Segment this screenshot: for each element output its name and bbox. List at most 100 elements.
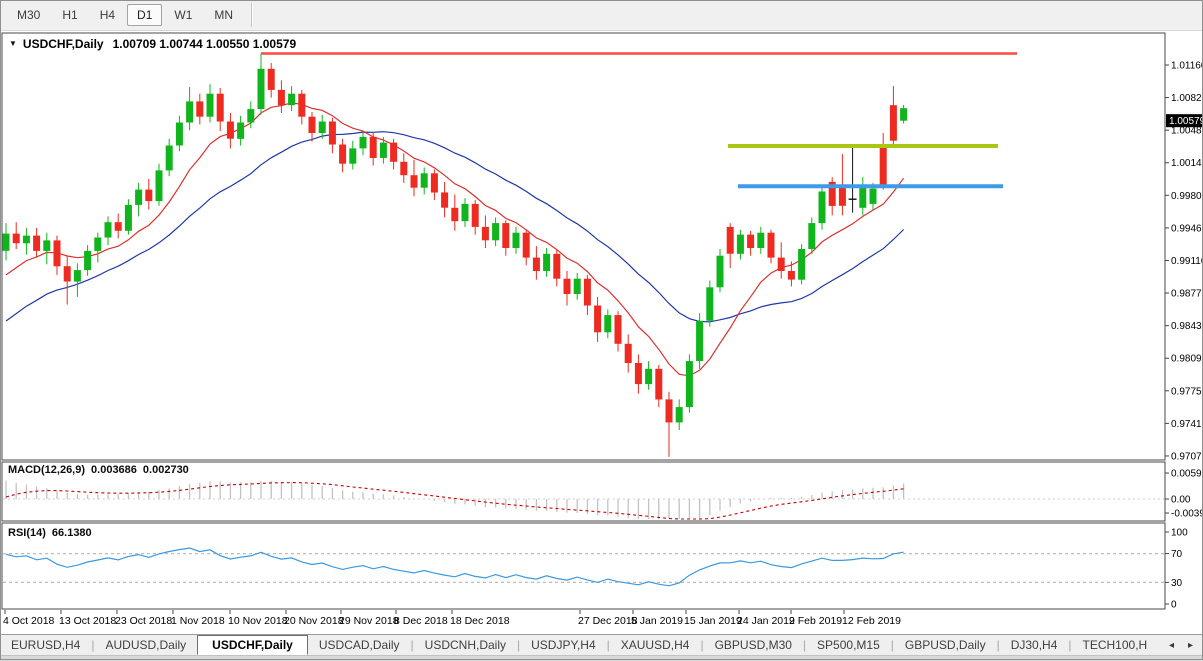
macd-tick-label: 0.005985 xyxy=(1171,469,1203,480)
candle-body xyxy=(583,278,591,306)
candle-body xyxy=(900,108,908,121)
tab-xauusd-h4[interactable]: XAUUSD,H4 xyxy=(610,636,701,654)
window-resize-strip xyxy=(0,655,1203,661)
candle-body xyxy=(318,121,326,133)
macd-main-value: 0.003686 xyxy=(91,464,137,476)
symbol-tab-bar: EURUSD,H4 | AUDUSD,Daily USDCHF,Daily USDCAD… xyxy=(0,634,1203,655)
candle-body xyxy=(328,121,336,145)
tab-gbpusd-daily[interactable]: GBPUSD,Daily xyxy=(894,636,997,654)
tab-usdchf-daily[interactable]: USDCHF,Daily xyxy=(197,635,308,655)
candle-body xyxy=(726,226,734,254)
price-tick-label: 0.99800 xyxy=(1171,191,1203,202)
candle-body xyxy=(22,235,30,244)
candle-body xyxy=(787,271,795,280)
tab-scroll-left-icon[interactable]: ◂ xyxy=(1169,640,1174,651)
timeframe-toolbar: M30 H1 H4 D1 W1 MN xyxy=(0,0,1203,31)
candle-body xyxy=(502,223,510,248)
price-tick-label: 0.99460 xyxy=(1171,223,1203,234)
candle-body xyxy=(400,161,408,176)
date-label: 18 Dec 2018 xyxy=(450,615,510,627)
tab-eurusd-h4[interactable]: EURUSD,H4 xyxy=(0,636,91,654)
rsi-value: 66.1380 xyxy=(51,527,92,539)
candle-body xyxy=(12,233,20,244)
candle-body xyxy=(73,270,81,282)
candle-body xyxy=(430,173,438,193)
date-label: 27 Dec 2018 xyxy=(578,615,638,627)
candle-body xyxy=(869,188,877,204)
candle-body xyxy=(420,173,428,188)
tab-usdcnh-daily[interactable]: USDCNH,Daily xyxy=(414,636,517,654)
candle-body xyxy=(675,407,683,423)
price-tick-label: 0.97410 xyxy=(1171,419,1203,430)
candle-body xyxy=(379,142,387,158)
candle-body xyxy=(634,363,642,385)
candle-body xyxy=(308,116,316,133)
candle-body xyxy=(186,101,194,123)
chart-menu-icon[interactable]: ▼ xyxy=(9,39,17,48)
candle-body xyxy=(594,305,602,333)
date-label: 8 Dec 2018 xyxy=(394,615,448,627)
candle-body xyxy=(859,184,867,208)
candle-body xyxy=(716,255,724,288)
price-tick-label: 0.99110 xyxy=(1171,256,1203,267)
tab-scroll-right-icon[interactable]: ▸ xyxy=(1188,640,1193,651)
candle-body xyxy=(522,232,530,258)
candle-body xyxy=(206,93,214,117)
price-tick-label: 0.97070 xyxy=(1171,451,1203,462)
candle-body xyxy=(696,320,704,361)
candle-body xyxy=(53,240,61,267)
tab-dj30-h4[interactable]: DJ30,H4 xyxy=(1000,636,1069,654)
price-tick-label: 0.97750 xyxy=(1171,386,1203,397)
candle-body xyxy=(451,207,459,222)
candle-body xyxy=(747,234,755,248)
candle-body xyxy=(165,145,173,171)
candle-body xyxy=(532,257,540,271)
candle-body xyxy=(124,204,132,231)
toolbar-separator xyxy=(251,3,253,27)
rsi-tick-label: 30 xyxy=(1171,578,1183,589)
date-label: 24 Jan 2019 xyxy=(737,615,795,627)
candle-body xyxy=(369,136,377,158)
candle-body xyxy=(492,223,500,241)
timeframe-button-mn[interactable]: MN xyxy=(204,4,243,26)
chart-ohlc-values: 1.00709 1.00744 1.00550 1.00579 xyxy=(112,37,297,51)
price-tick-label: 1.00480 xyxy=(1171,126,1203,137)
timeframe-button-d1[interactable]: D1 xyxy=(127,4,163,26)
timeframe-button-m30[interactable]: M30 xyxy=(7,4,50,26)
candle-body xyxy=(339,144,347,164)
tab-usdcad-daily[interactable]: USDCAD,Daily xyxy=(308,636,411,654)
tab-gbpusd-m30[interactable]: GBPUSD,M30 xyxy=(704,636,803,654)
candle-body xyxy=(553,253,561,279)
timeframe-button-h1[interactable]: H1 xyxy=(52,4,87,26)
candle-body xyxy=(757,232,765,248)
tab-usdjpy-h4[interactable]: USDJPY,H4 xyxy=(520,636,606,654)
chart-canvas[interactable]: 1.01160 1.00820 1.00480 1.00140 0.99800 0.994… xyxy=(0,0,1203,660)
candle-body xyxy=(767,232,775,258)
rsi-panel[interactable] xyxy=(1,522,1166,610)
macd-tick-label: 0.00 xyxy=(1171,495,1191,506)
candle-body xyxy=(298,93,306,117)
date-label: 12 Feb 2019 xyxy=(842,615,901,627)
timeframe-button-h4[interactable]: H4 xyxy=(90,4,125,26)
tab-sp500-m15[interactable]: SP500,M15 xyxy=(806,636,891,654)
rsi-name: RSI(14) xyxy=(8,527,46,539)
candle-body xyxy=(889,105,897,141)
candle-body xyxy=(481,226,489,241)
candle-body xyxy=(114,222,122,231)
candle-body xyxy=(390,142,398,162)
price-tick-label: 0.98770 xyxy=(1171,289,1203,300)
candle-body xyxy=(349,148,357,164)
price-panel[interactable] xyxy=(1,32,1166,461)
candle-body xyxy=(2,233,10,251)
candle-body xyxy=(838,185,846,206)
tab-audusd-daily[interactable]: AUDUSD,Daily xyxy=(94,636,197,654)
candle-body xyxy=(624,343,632,363)
chart-symbol-label: USDCHF,Daily xyxy=(22,37,104,51)
candle-body xyxy=(94,237,102,251)
candle-body xyxy=(277,89,285,106)
candle-body xyxy=(736,234,744,254)
candle-body xyxy=(196,101,204,117)
tab-scroll-arrows: ◂ ▸ xyxy=(1146,635,1203,655)
current-price-label: 1.00579 xyxy=(1169,116,1203,127)
timeframe-button-w1[interactable]: W1 xyxy=(164,4,202,26)
